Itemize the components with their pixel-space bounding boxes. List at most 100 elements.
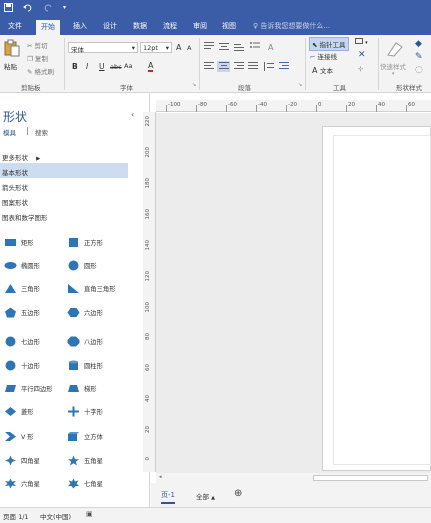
text-tool-button[interactable]: A 文本 [312,65,333,75]
page-indicator[interactable]: 页面 1/1 [3,511,29,521]
ruler-label: -40 [258,102,267,108]
page-tab-1[interactable]: 页-1 [161,490,175,504]
cut-button[interactable]: ✂ 剪切 [27,40,48,50]
ruler-tick [376,105,377,112]
heptagon-icon [5,336,16,346]
connector-button[interactable]: ⌐ 连接线 [310,51,337,61]
paste-button[interactable] [4,39,20,61]
effects-icon[interactable]: ◌ [415,65,423,75]
tab-review[interactable]: 审阅 [193,21,207,31]
text-tool-label: 文本 [320,67,334,75]
stencils-tab[interactable]: 模具 [3,127,16,137]
strikethrough-button[interactable]: abc [110,63,122,71]
shape-triangle[interactable]: 三角形 [4,281,64,295]
grow-font-button[interactable]: A [176,43,181,52]
crop-icon[interactable]: ⊹ [358,65,363,73]
plus-circle-icon[interactable]: ⊕ [234,488,242,499]
category-charts-math[interactable]: 图表和数学图形 [0,208,128,223]
shape-rectangle[interactable]: 矩形 [4,235,64,249]
save-icon[interactable] [4,3,13,14]
paragraph-align-row [204,61,304,74]
font-name-dropdown[interactable]: 宋体 ▾ [68,42,138,54]
shape-four-point-star[interactable]: 四角星 [4,453,64,467]
shape-trapezoid[interactable]: 梯形 [67,381,127,395]
shape-decagon[interactable]: 十边形 [4,358,64,372]
pointer-tool-button[interactable]: ⬉ 指针工具 [309,37,349,51]
shrink-font-button[interactable]: A [187,44,191,52]
macro-icon[interactable]: ▣ [86,510,93,518]
rectangle-icon [355,38,363,44]
tab-insert[interactable]: 插入 [73,21,87,31]
shape-square[interactable]: 正方形 [67,235,127,249]
more-shapes-button[interactable]: 更多形状 ▶ [0,148,128,163]
language-indicator[interactable]: 中文(中国) [40,511,71,521]
shape-heptagon[interactable]: 七边形 [4,334,64,348]
shape-label: 直角三角形 [84,285,116,293]
page-margin [333,135,431,465]
shape-label: 十边形 [21,362,40,370]
bold-button[interactable]: B [72,62,78,71]
shape-cylinder[interactable]: 圆柱形 [67,358,127,372]
chevron-down-icon[interactable]: ▾ [63,3,66,14]
shape-six-point-star[interactable]: 六角星 [4,476,64,490]
search-tab[interactable]: 搜索 [35,127,48,137]
shape-pentagon[interactable]: 五边形 [4,305,64,319]
shape-cross[interactable]: 十字形 [67,404,127,418]
dialog-launcher-icon[interactable]: ↘ [192,82,196,88]
tab-design[interactable]: 设计 [103,21,117,31]
fill-icon[interactable]: ◆ [415,39,422,49]
shape-ellipse[interactable]: 椭圆形 [4,258,64,272]
font-color-button[interactable]: A [148,61,154,72]
scrollbar-thumb[interactable] [313,475,428,481]
ruler-label: 0 [145,457,151,461]
quick-styles-button[interactable] [386,39,404,59]
ruler-tick [406,105,407,112]
chevron-down-icon: ▾ [165,44,169,52]
shape-five-point-star[interactable]: 五角星 [67,453,127,467]
shape-circle[interactable]: 圆形 [67,258,127,272]
change-case-button[interactable]: Aa [124,62,132,70]
close-icon[interactable]: ✕ [358,50,366,60]
redo-icon[interactable] [43,3,53,14]
all-pages-button[interactable]: 全部 ▲ [196,491,215,501]
category-pattern-shapes[interactable]: 图案形状 [0,193,128,208]
lightbulb-icon: ♀ [253,22,259,30]
shape-diamond[interactable]: 菱形 [4,404,64,418]
shape-parallelogram[interactable]: 平行四边形 [4,381,64,395]
ruler-label: 140 [145,240,151,251]
tab-view[interactable]: 视图 [222,21,236,31]
shape-right-triangle[interactable]: 直角三角形 [67,281,127,295]
tab-data[interactable]: 数据 [133,21,147,31]
shape-hexagon[interactable]: 六边形 [67,305,127,319]
undo-icon[interactable] [23,3,33,14]
rectangle-tool-button[interactable]: ▾ [355,38,368,46]
shape-seven-point-star[interactable]: 七角星 [67,476,127,490]
tab-process[interactable]: 流程 [163,21,177,31]
copy-button[interactable]: ❐ 复制 [27,53,48,63]
align-bottom-icon [234,44,244,51]
shape-label: 平行四边形 [21,385,53,393]
category-arrow-shapes[interactable]: 箭头形状 [0,178,128,193]
tell-me-box[interactable]: ♀ 告诉我您想要做什么... [253,21,330,31]
scroll-left-icon[interactable]: ◂ [159,474,162,480]
horizontal-scrollbar[interactable]: ◂ [156,473,431,483]
category-basic-shapes[interactable]: 基本形状 [0,163,128,178]
underline-button[interactable]: U [99,62,105,71]
align-top-icon [204,42,214,49]
shape-chevron[interactable]: V 形 [4,429,64,443]
pointer-icon: ⬉ [312,41,320,49]
pointer-tool-label: 指针工具 [319,41,346,49]
italic-button[interactable]: I [86,62,88,71]
collapse-pane-icon[interactable]: ‹ [131,110,134,119]
paragraph-group-label: 段落 [238,84,251,92]
tab-home[interactable]: 开始 [36,20,60,35]
line-icon[interactable]: ✎ [415,52,423,62]
shape-octagon[interactable]: 八边形 [67,334,127,348]
format-painter-button[interactable]: ✎ 格式刷 [27,66,54,76]
shape-cube[interactable]: 立方体 [67,429,127,443]
font-size-dropdown[interactable]: 12pt ▾ [140,42,172,53]
copy-label: 复制 [34,55,48,63]
dialog-launcher-icon[interactable]: ↘ [298,82,302,88]
tab-file[interactable]: 文件 [8,21,22,31]
title-bar: ▾ [0,0,431,18]
